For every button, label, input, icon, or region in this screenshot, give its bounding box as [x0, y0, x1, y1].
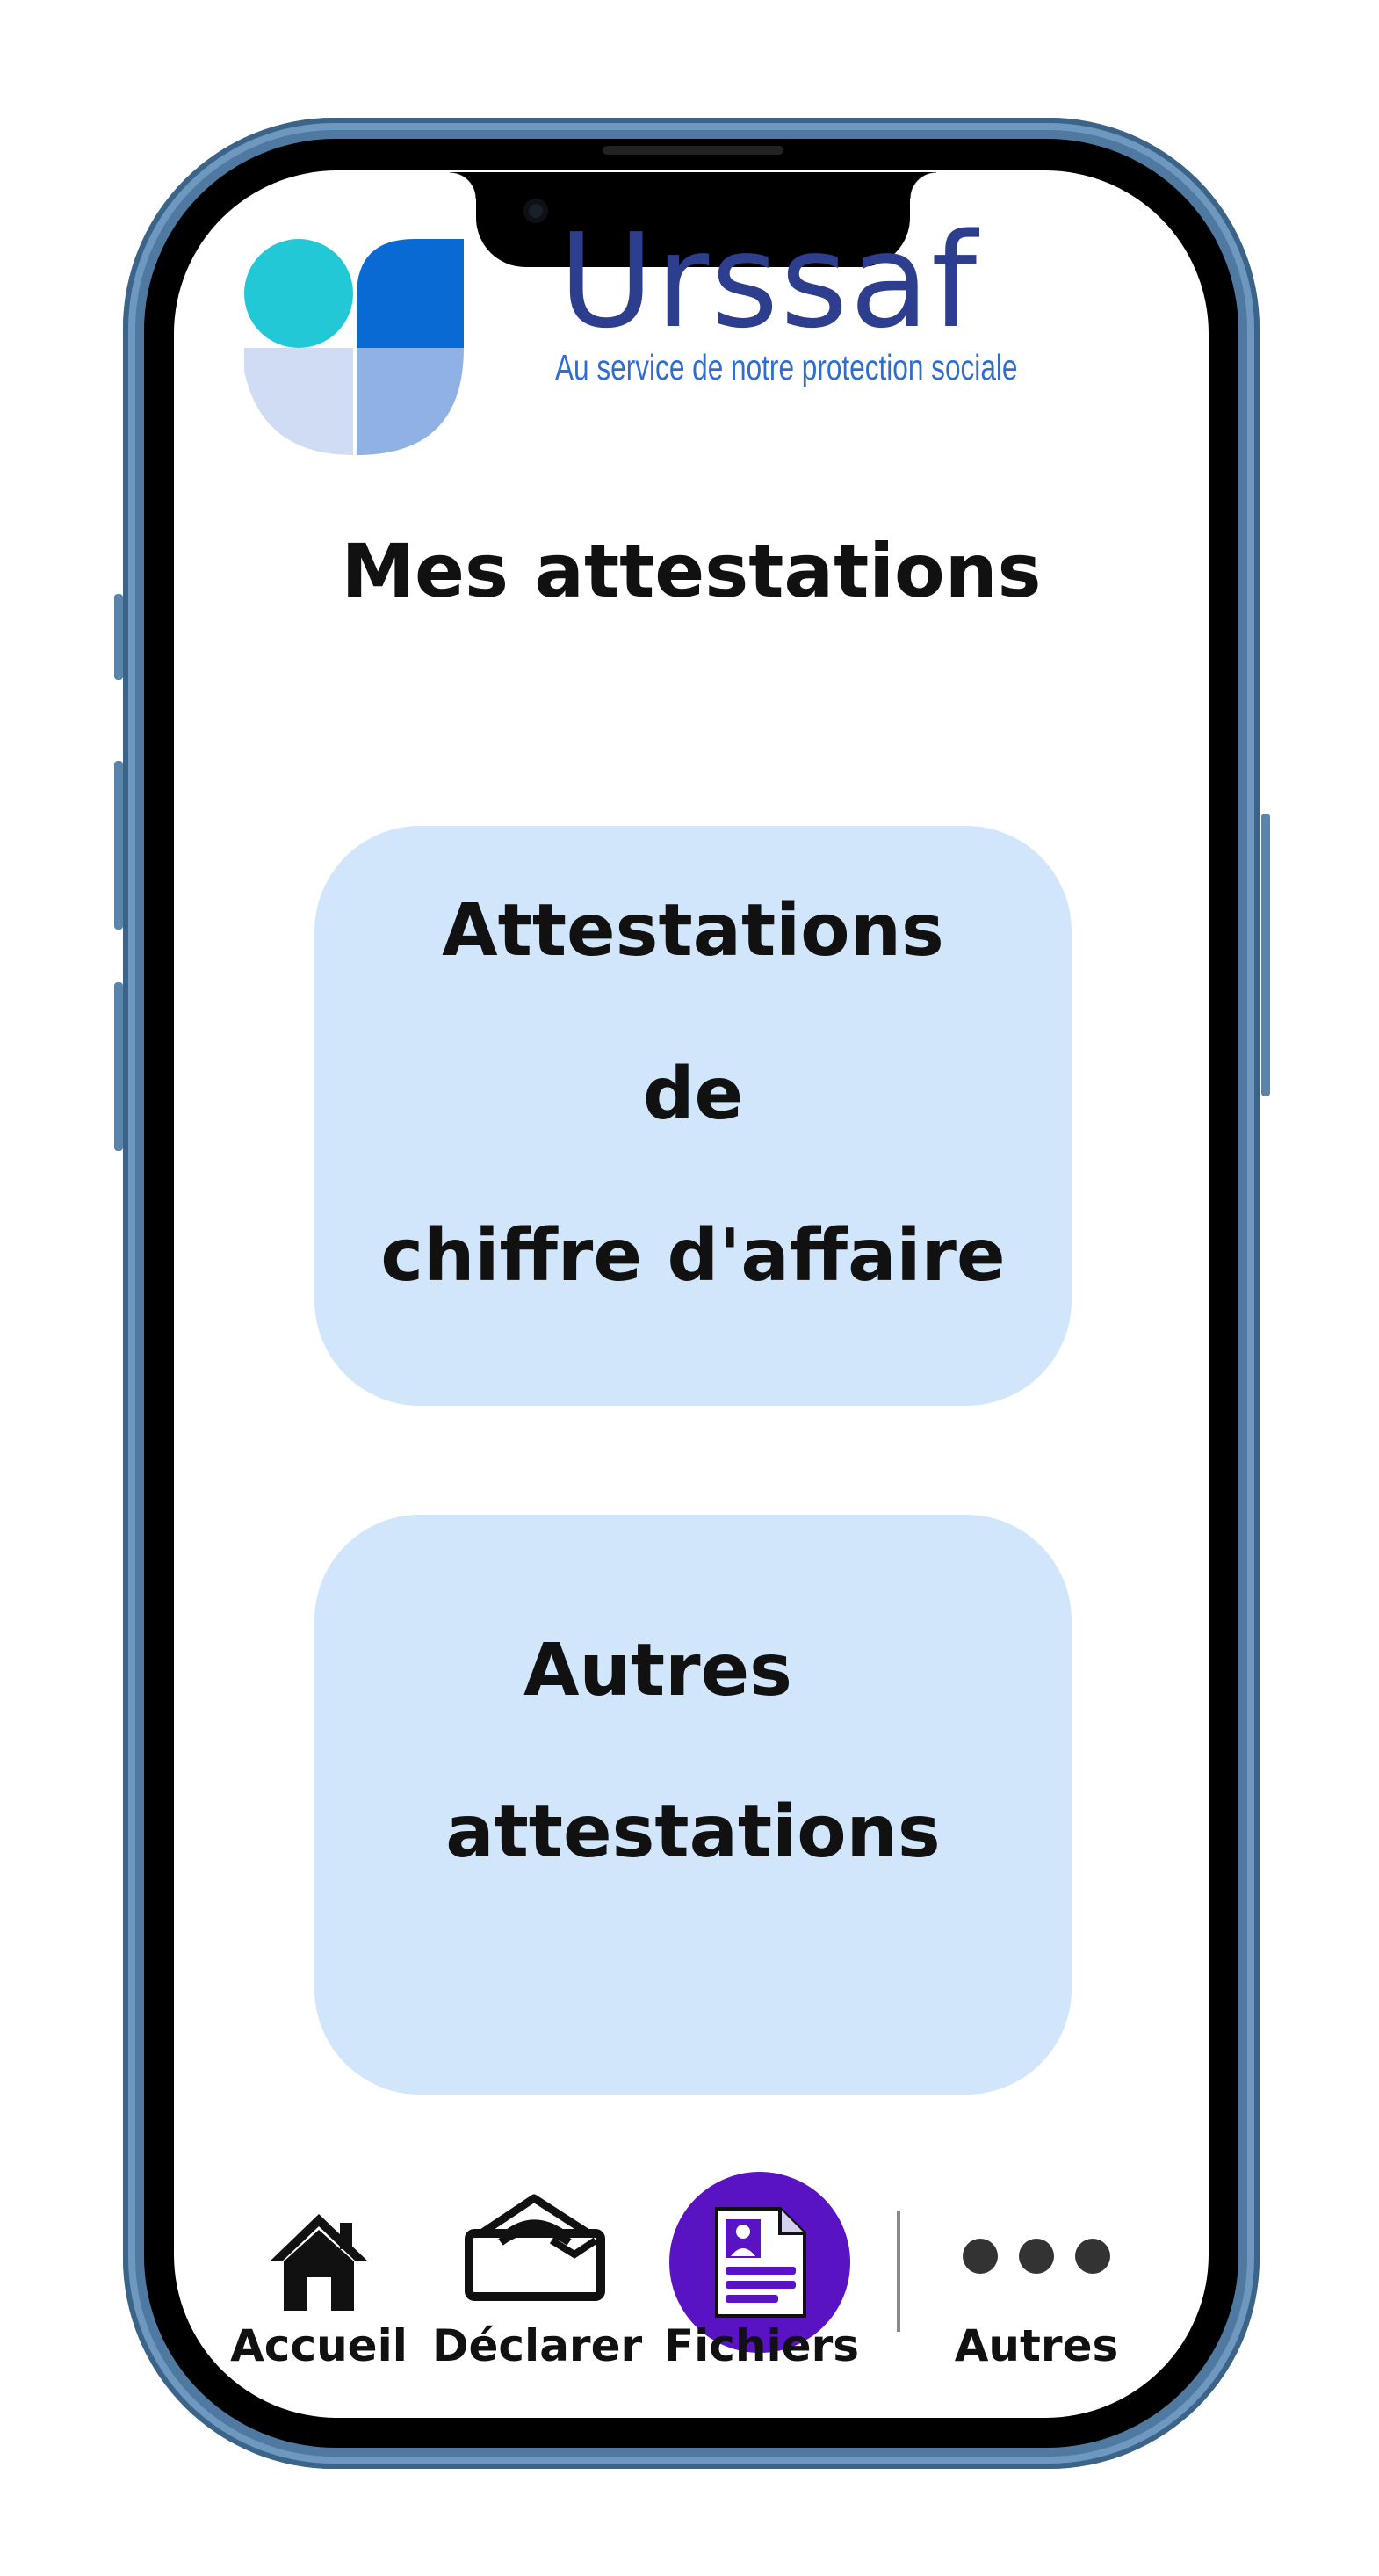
urssaf-logo-icon — [244, 239, 464, 455]
silent-switch — [114, 594, 123, 680]
card-title-line: Attestations — [442, 889, 944, 973]
nav-label-declarer: Déclarer — [432, 2320, 643, 2371]
nav-accueil[interactable]: Accueil — [227, 2196, 411, 2390]
nav-label-accueil: Accueil — [230, 2320, 408, 2371]
urssaf-logo-text: Urssaf — [559, 206, 979, 357]
nav-divider — [897, 2211, 900, 2332]
other-certificates-button[interactable]: Autres attestations — [314, 1515, 1072, 2095]
front-camera — [523, 199, 548, 223]
page-title: Mes attestations — [341, 528, 1042, 614]
home-icon — [270, 2214, 368, 2311]
volume-down-button — [114, 982, 123, 1151]
volume-up-button — [114, 761, 123, 930]
turnover-certificates-button[interactable]: Attestations de chiffre d'affaire — [314, 826, 1072, 1406]
card-title-line: de — [642, 1053, 744, 1136]
declare-envelope-icon — [465, 2194, 605, 2301]
card-title-line: Autres — [523, 1629, 792, 1712]
nav-label-autres: Autres — [954, 2320, 1119, 2371]
document-icon — [715, 2207, 806, 2318]
card-title-line: attestations — [445, 1791, 941, 1874]
card-title-line: chiffre d'affaire — [380, 1214, 1006, 1298]
earpiece-speaker — [603, 146, 783, 155]
logo-tagline: Au service de notre protection sociale — [555, 347, 1018, 387]
nav-label-fichiers: Fichiers — [664, 2320, 859, 2371]
power-button — [1261, 814, 1270, 1096]
nav-fichiers[interactable]: Fichiers — [664, 2172, 859, 2390]
nav-autres[interactable]: Autres — [940, 2205, 1133, 2390]
nav-declarer[interactable]: Déclarer — [432, 2179, 643, 2390]
more-dots-icon — [963, 2239, 1110, 2274]
